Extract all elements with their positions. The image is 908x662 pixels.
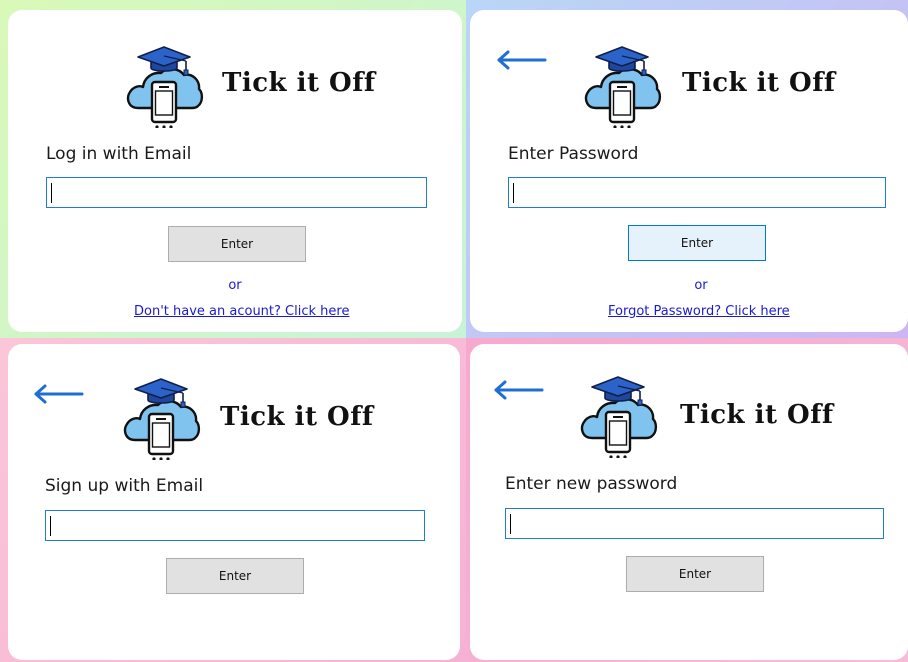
app-logo-icon [124,42,204,128]
or-label: or [228,278,242,293]
app-logo-icon [121,374,201,460]
app-name: Tick it Off [682,68,836,98]
enter-button[interactable]: Enter [628,225,766,261]
new-password-prompt: Enter new password [505,474,678,494]
new-password-input[interactable] [505,508,884,539]
left-arrow-icon[interactable] [32,384,84,404]
left-arrow-icon[interactable] [492,380,544,400]
signup-prompt: Sign up with Email [45,476,204,496]
password-prompt: Enter Password [508,144,639,164]
login-prompt: Log in with Email [46,144,192,164]
left-arrow-icon[interactable] [495,50,547,70]
app-name: Tick it Off [222,68,376,98]
signup-panel: Tick it Off Sign up with Email Enter [8,344,460,660]
forgot-password-link[interactable]: Forgot Password? Click here [608,304,790,319]
new-password-panel: Tick it Off Enter new password Enter [470,344,908,660]
enter-button[interactable]: Enter [626,556,764,592]
email-input[interactable] [45,510,425,541]
login-panel: Tick it Off Log in with Email Enter or D… [8,10,462,332]
email-input[interactable] [46,177,427,208]
app-name: Tick it Off [220,402,374,432]
password-input[interactable] [508,177,886,208]
signup-link[interactable]: Don't have an acount? Click here [134,304,349,319]
enter-button[interactable]: Enter [166,558,304,594]
enter-button[interactable]: Enter [168,226,306,262]
or-label: or [694,278,708,293]
app-logo-icon [578,372,658,458]
app-name: Tick it Off [680,400,834,430]
password-panel: Tick it Off Enter Password Enter or Forg… [470,10,908,332]
app-logo-icon [582,42,662,128]
